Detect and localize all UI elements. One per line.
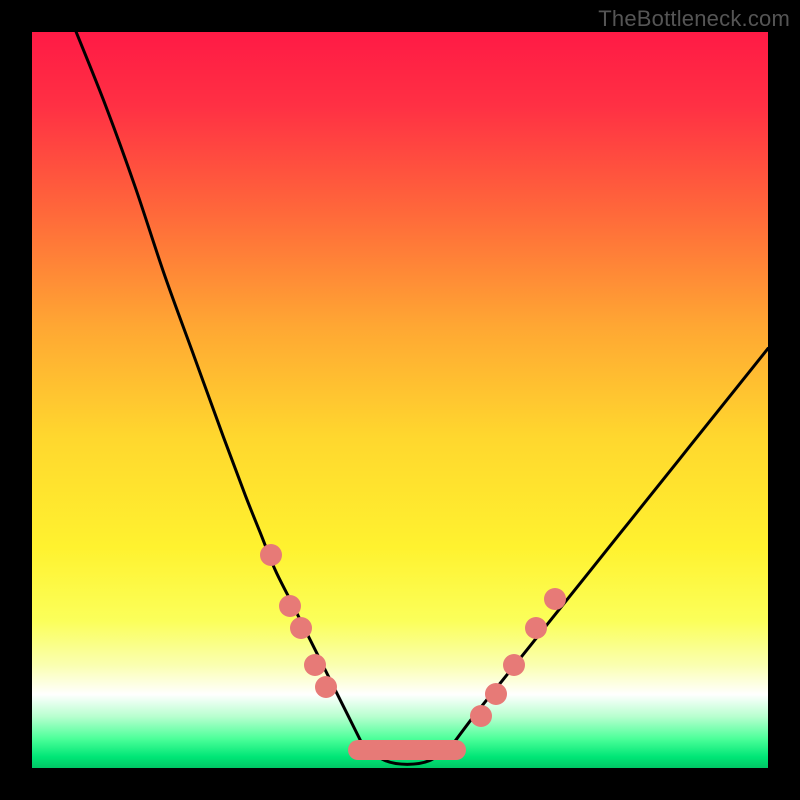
highlight-dot bbox=[260, 544, 282, 566]
highlight-dot bbox=[485, 683, 507, 705]
chart-frame: TheBottleneck.com bbox=[0, 0, 800, 800]
highlight-dot bbox=[304, 654, 326, 676]
highlight-dot bbox=[290, 617, 312, 639]
highlight-dot bbox=[544, 588, 566, 610]
highlight-dot bbox=[315, 676, 337, 698]
highlight-dot bbox=[525, 617, 547, 639]
plot-area bbox=[32, 32, 768, 768]
highlight-dot bbox=[279, 595, 301, 617]
valley-floor-pill bbox=[348, 740, 466, 760]
highlight-dot bbox=[503, 654, 525, 676]
bottleneck-curve bbox=[32, 32, 768, 768]
highlight-dot bbox=[470, 705, 492, 727]
watermark-text: TheBottleneck.com bbox=[598, 6, 790, 32]
